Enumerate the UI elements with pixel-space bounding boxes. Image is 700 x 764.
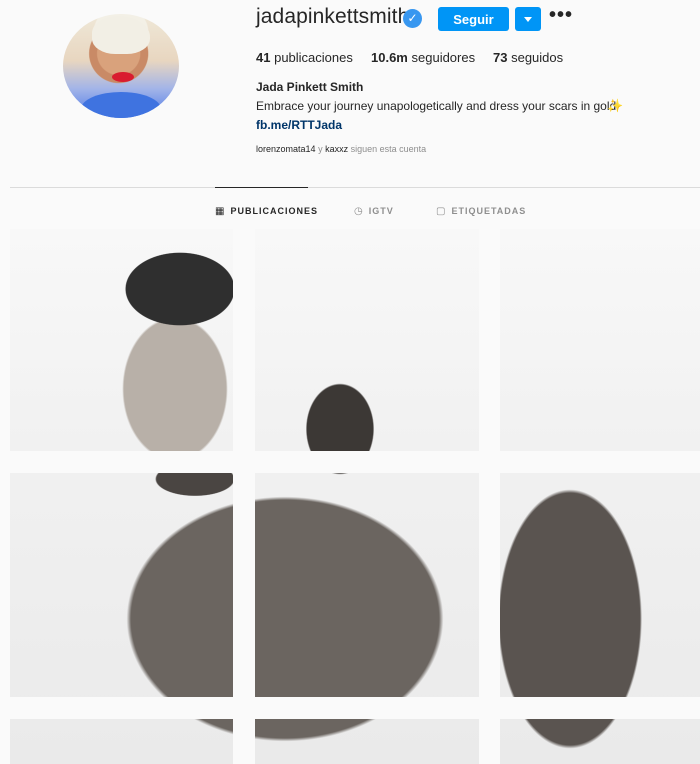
- post-image: [255, 719, 479, 764]
- following-count: 73: [493, 50, 508, 65]
- post-thumbnail-5[interactable]: [255, 473, 479, 697]
- profile-full-name: Jada Pinkett Smith: [256, 80, 364, 94]
- followers-count: 10.6m: [371, 50, 408, 65]
- active-tab-indicator: [215, 187, 308, 188]
- post-thumbnail-2[interactable]: [255, 229, 479, 451]
- avatar-hair: [92, 16, 150, 54]
- followed-by-text[interactable]: lorenzomata14 y kaxxz siguen esta cuenta: [256, 144, 426, 154]
- profile-bio: Embrace your journey unapologetically an…: [256, 99, 617, 113]
- profile-username: jadapinkettsmith: [256, 5, 410, 28]
- tab-label-publicaciones: PUBLICACIONES: [230, 206, 318, 216]
- tab-publicaciones[interactable]: ▦ PUBLICACIONES: [215, 205, 318, 217]
- post-image: [255, 473, 479, 697]
- avatar-lips: [112, 72, 134, 82]
- grid-icon: ▦: [215, 205, 226, 217]
- post-thumbnail-7[interactable]: [10, 719, 233, 764]
- followed-by-connector: y: [318, 144, 323, 154]
- tab-etiquetadas[interactable]: ▢ ETIQUETADAS: [436, 205, 526, 217]
- posts-count: 41: [256, 50, 271, 65]
- post-image: [10, 719, 233, 764]
- posts-label: publicaciones: [274, 50, 353, 65]
- posts-stat: 41 publicaciones: [256, 50, 353, 65]
- avatar-collar: [81, 92, 161, 118]
- posts-grid: [10, 229, 700, 764]
- profile-link[interactable]: fb.me/RTTJada: [256, 118, 342, 132]
- profile-avatar[interactable]: [63, 14, 179, 118]
- post-thumbnail-1[interactable]: [10, 229, 233, 451]
- post-image: [500, 473, 700, 697]
- post-image: [10, 473, 233, 697]
- post-image: [255, 229, 479, 451]
- post-thumbnail-3[interactable]: [500, 229, 700, 451]
- post-thumbnail-8[interactable]: [255, 719, 479, 764]
- post-image: [10, 229, 233, 451]
- follow-options-dropdown-button[interactable]: [515, 7, 541, 31]
- post-thumbnail-4[interactable]: [10, 473, 233, 697]
- following-label: seguidos: [511, 50, 564, 65]
- tabs-divider: [10, 187, 700, 188]
- follower-user-2[interactable]: kaxxz: [325, 144, 348, 154]
- verified-icon: ✓: [403, 9, 422, 28]
- tab-igtv[interactable]: ◷ IGTV: [354, 205, 394, 217]
- followers-stat[interactable]: 10.6m seguidores: [371, 50, 475, 65]
- post-image: [500, 229, 700, 451]
- following-stat[interactable]: 73 seguidos: [493, 50, 563, 65]
- follower-user-1[interactable]: lorenzomata14: [256, 144, 316, 154]
- more-options-button[interactable]: •••: [549, 5, 572, 28]
- post-thumbnail-6[interactable]: [500, 473, 700, 697]
- igtv-icon: ◷: [354, 205, 364, 217]
- followers-label: seguidores: [411, 50, 476, 65]
- tab-label-igtv: IGTV: [368, 206, 394, 216]
- follow-button[interactable]: Seguir: [438, 7, 509, 31]
- sparkles-emoji: ✨: [607, 98, 624, 113]
- tagged-icon: ▢: [436, 205, 447, 217]
- post-image: [500, 719, 700, 764]
- post-thumbnail-9[interactable]: [500, 719, 700, 764]
- tab-label-etiquetadas: ETIQUETADAS: [451, 206, 527, 216]
- followed-by-suffix: siguen esta cuenta: [350, 144, 427, 154]
